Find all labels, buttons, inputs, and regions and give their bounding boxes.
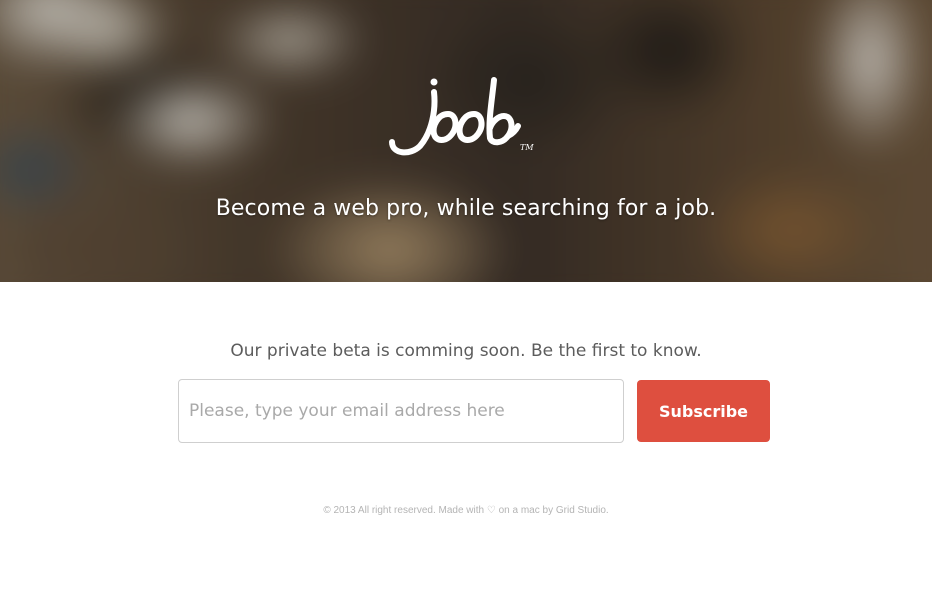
landing-page: TM Become a web pro, while searching for… xyxy=(0,0,932,600)
beta-announcement-text: Our private beta is comming soon. Be the… xyxy=(230,341,702,361)
trademark-mark: TM xyxy=(520,143,534,152)
joob-logo-icon: TM xyxy=(389,77,534,156)
subscribe-button[interactable]: Subscribe xyxy=(637,380,770,442)
logo: TM xyxy=(0,70,932,170)
email-input[interactable] xyxy=(178,379,624,443)
subscribe-form: Subscribe xyxy=(178,379,770,443)
hero-tagline: Become a web pro, while searching for a … xyxy=(215,196,717,221)
footer-copyright: © 2013 All right reserved. Made with ♡ o… xyxy=(323,505,609,516)
hero-banner: TM Become a web pro, while searching for… xyxy=(0,0,932,282)
